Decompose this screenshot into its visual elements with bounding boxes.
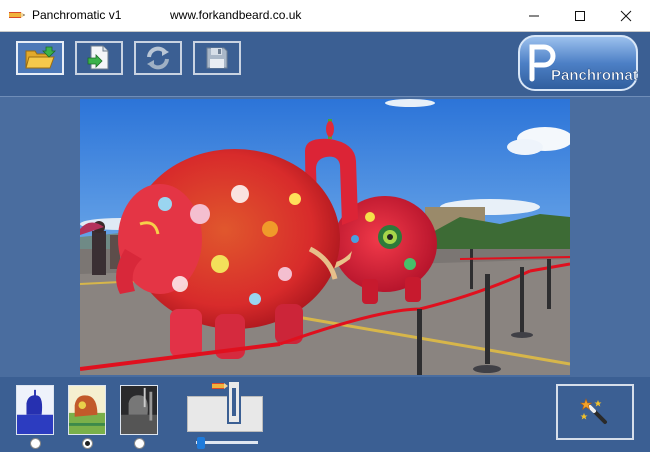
thumbnail-dark-tint[interactable]	[120, 385, 158, 435]
photo-of-painted-elephant-sculptures[interactable]	[80, 99, 570, 375]
radio-heatmap-tint[interactable]	[82, 438, 93, 449]
refresh-button[interactable]	[134, 41, 182, 75]
image-viewer	[0, 96, 650, 378]
website-url: www.forkandbeard.co.uk	[170, 8, 302, 22]
apply-effect-button[interactable]	[556, 384, 634, 440]
intensity-panel[interactable]	[187, 396, 263, 432]
app-window: Panchromatic v1 www.forkandbeard.co.uk P…	[0, 0, 650, 452]
minimize-icon	[529, 15, 539, 16]
slider-thumb[interactable]	[196, 437, 205, 449]
close-icon	[620, 10, 632, 21]
maximize-button[interactable]	[557, 0, 603, 31]
radio-blue-tint[interactable]	[30, 438, 41, 449]
intensity-handle[interactable]	[227, 380, 241, 424]
logo-text: Panchromatic	[551, 67, 638, 84]
magic-wand-icon	[580, 398, 607, 424]
close-button[interactable]	[603, 0, 649, 31]
window-title: Panchromatic v1	[32, 8, 122, 22]
bottom-controls	[0, 377, 650, 452]
save-button[interactable]	[193, 41, 241, 75]
export-button[interactable]	[75, 41, 123, 75]
minimize-button[interactable]	[511, 0, 557, 31]
floppy-disk-icon	[206, 47, 228, 69]
folder-open-icon	[25, 46, 56, 69]
open-folder-button[interactable]	[16, 41, 64, 75]
title-bar: Panchromatic v1 www.forkandbeard.co.uk	[0, 0, 650, 32]
slider-track[interactable]	[196, 441, 258, 444]
pencil-app-icon	[9, 12, 25, 18]
export-file-icon	[87, 45, 109, 70]
refresh-icon	[147, 46, 169, 70]
toolbar: Panchromatic	[0, 32, 650, 95]
pencil-icon	[212, 383, 228, 389]
maximize-icon	[575, 10, 585, 21]
thumbnail-heatmap-tint[interactable]	[68, 385, 106, 435]
thumbnail-blue-tint[interactable]	[16, 385, 54, 435]
radio-dark-tint[interactable]	[134, 438, 145, 449]
panchromatic-logo: Panchromatic	[518, 35, 638, 91]
